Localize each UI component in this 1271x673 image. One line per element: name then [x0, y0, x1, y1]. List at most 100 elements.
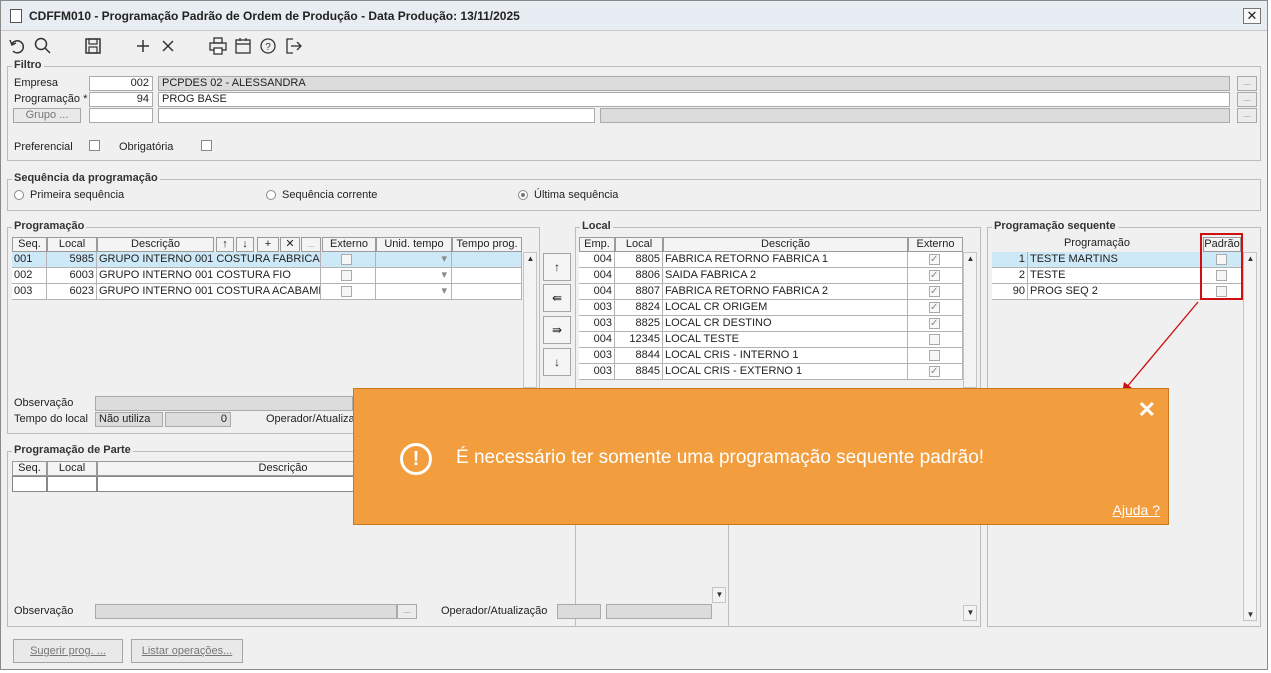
dropdown-arrow-icon[interactable]: ▾ [441, 284, 447, 299]
undo-icon[interactable] [7, 36, 27, 56]
prog-cell-externo[interactable] [321, 252, 376, 268]
save-icon[interactable] [83, 36, 103, 56]
local-cell-emp[interactable]: 003 [579, 316, 615, 332]
calendar-icon[interactable] [233, 36, 253, 56]
local-cell-emp[interactable]: 004 [579, 268, 615, 284]
move-down-button[interactable]: ↓ [543, 348, 571, 376]
obrigatoria-checkbox[interactable] [201, 140, 212, 151]
delete-icon[interactable] [158, 36, 178, 56]
empresa-lookup-button[interactable]: ... [1237, 76, 1257, 91]
local-cell-externo[interactable] [908, 316, 963, 332]
move-down-icon[interactable]: ↓ [236, 237, 254, 252]
seq-cell-num[interactable]: 1 [992, 252, 1028, 268]
local-cell-emp[interactable]: 004 [579, 332, 615, 348]
toast-help-link[interactable]: Ajuda ? [1113, 502, 1160, 518]
prog-header-tempo-prog[interactable]: Tempo prog. [452, 237, 522, 252]
local-cell-local[interactable]: 8806 [615, 268, 663, 284]
move-up-button[interactable]: ↑ [543, 253, 571, 281]
local-cell-externo[interactable] [908, 252, 963, 268]
local-cell-desc[interactable]: LOCAL CRIS - EXTERNO 1 [663, 364, 908, 380]
parte-cell-desc[interactable] [97, 476, 357, 492]
local-header-emp[interactable]: Emp. [579, 237, 615, 252]
parte-header-seq[interactable]: Seq. [12, 461, 47, 476]
externo-checkbox[interactable] [929, 284, 940, 299]
seq-cell-num[interactable]: 2 [992, 268, 1028, 284]
print-icon[interactable] [208, 36, 228, 56]
scroll-up-icon[interactable]: ▲ [526, 254, 535, 263]
seq-cell-name[interactable]: TESTE MARTINS [1028, 252, 1202, 268]
local-cell-local[interactable]: 12345 [615, 332, 663, 348]
prog-cell-local[interactable]: 5985 [47, 252, 97, 268]
prog-cell-unid[interactable]: ▾ [376, 252, 452, 268]
window-close-button[interactable]: ✕ [1243, 8, 1261, 24]
dropdown-arrow-icon[interactable]: ▾ [441, 268, 447, 283]
prog-cell-unid[interactable]: ▾ [376, 284, 452, 300]
local-header-descricao[interactable]: Descrição [663, 237, 908, 252]
prog-header-unid-tempo[interactable]: Unid. tempo [376, 237, 452, 252]
sequente-header-programacao[interactable]: Programação [992, 237, 1202, 252]
listar-operacoes-button[interactable]: Listar operações... [131, 639, 243, 663]
grupo-code-field[interactable] [89, 108, 153, 123]
externo-checkbox[interactable] [929, 268, 940, 283]
search-icon[interactable] [33, 36, 53, 56]
local-scrollbar[interactable]: ▲ [963, 252, 977, 388]
radio-primeira[interactable] [14, 190, 24, 200]
prog-header-seq[interactable]: Seq. [12, 237, 47, 252]
grupo-lookup-button[interactable]: ... [1237, 108, 1257, 123]
local-cell-emp[interactable]: 004 [579, 252, 615, 268]
prog-cell-tempo[interactable] [452, 268, 522, 284]
prog-cell-tempo[interactable] [452, 252, 522, 268]
prog-cell-tempo[interactable] [452, 284, 522, 300]
externo-checkbox[interactable] [341, 286, 352, 297]
externo-checkbox[interactable] [929, 300, 940, 315]
move-left-button[interactable]: ⇚ [543, 284, 571, 312]
sugerir-prog-button[interactable]: Sugerir prog. ... [13, 639, 123, 663]
local-cell-emp[interactable]: 004 [579, 284, 615, 300]
prog-cell-local[interactable]: 6023 [47, 284, 97, 300]
externo-checkbox[interactable] [341, 270, 352, 281]
local-cell-local[interactable]: 8805 [615, 252, 663, 268]
help-icon[interactable]: ? [258, 36, 278, 56]
local-cell-local[interactable]: 8807 [615, 284, 663, 300]
grupo-button[interactable]: Grupo ... [13, 108, 81, 123]
local-cell-desc[interactable]: LOCAL TESTE [663, 332, 908, 348]
exit-icon[interactable] [284, 36, 304, 56]
programacao-code-field[interactable]: 94 [89, 92, 153, 107]
parte-header-local[interactable]: Local [47, 461, 97, 476]
move-right-button[interactable]: ⇛ [543, 316, 571, 344]
row-delete-icon[interactable]: ✕ [280, 237, 300, 252]
parte-scroll-bottom[interactable]: ▼ [712, 587, 726, 603]
programacao-lookup-button[interactable]: ... [1237, 92, 1257, 107]
local-cell-emp[interactable]: 003 [579, 300, 615, 316]
prog-cell-desc[interactable]: GRUPO INTERNO 001 COSTURA FIO [97, 268, 321, 284]
move-up-icon[interactable]: ↑ [216, 237, 234, 252]
row-add-icon[interactable]: + [257, 237, 279, 252]
prog-header-local[interactable]: Local [47, 237, 97, 252]
prog-cell-seq[interactable]: 002 [12, 268, 47, 284]
radio-ultima[interactable] [518, 190, 528, 200]
prog-cell-externo[interactable] [321, 284, 376, 300]
parte-cell-seq[interactable] [12, 476, 47, 492]
local-cell-desc[interactable]: LOCAL CR DESTINO [663, 316, 908, 332]
externo-checkbox[interactable] [929, 364, 940, 379]
seq-cell-num[interactable]: 90 [992, 284, 1028, 300]
prog-cell-local[interactable]: 6003 [47, 268, 97, 284]
sequente-scrollbar[interactable]: ▲ ▼ [1243, 252, 1257, 621]
local-cell-externo[interactable] [908, 268, 963, 284]
scroll-down-icon[interactable]: ▼ [1246, 610, 1255, 619]
local-cell-desc[interactable]: FABRICA RETORNO FABRICA 2 [663, 284, 908, 300]
scroll-up-icon[interactable]: ▲ [1246, 254, 1255, 263]
local-cell-emp[interactable]: 003 [579, 348, 615, 364]
scroll-down-icon[interactable]: ▼ [966, 608, 975, 617]
externo-checkbox[interactable] [929, 252, 940, 267]
local-cell-local[interactable]: 8845 [615, 364, 663, 380]
local-cell-desc[interactable]: LOCAL CRIS - INTERNO 1 [663, 348, 908, 364]
parte-cell-local[interactable] [47, 476, 97, 492]
local-cell-local[interactable]: 8844 [615, 348, 663, 364]
externo-checkbox[interactable] [341, 254, 352, 265]
externo-checkbox[interactable] [929, 334, 940, 345]
local-cell-emp[interactable]: 003 [579, 364, 615, 380]
prog-header-externo[interactable]: Externo [322, 237, 376, 252]
local-cell-local[interactable]: 8824 [615, 300, 663, 316]
local-cell-externo[interactable] [908, 332, 963, 348]
